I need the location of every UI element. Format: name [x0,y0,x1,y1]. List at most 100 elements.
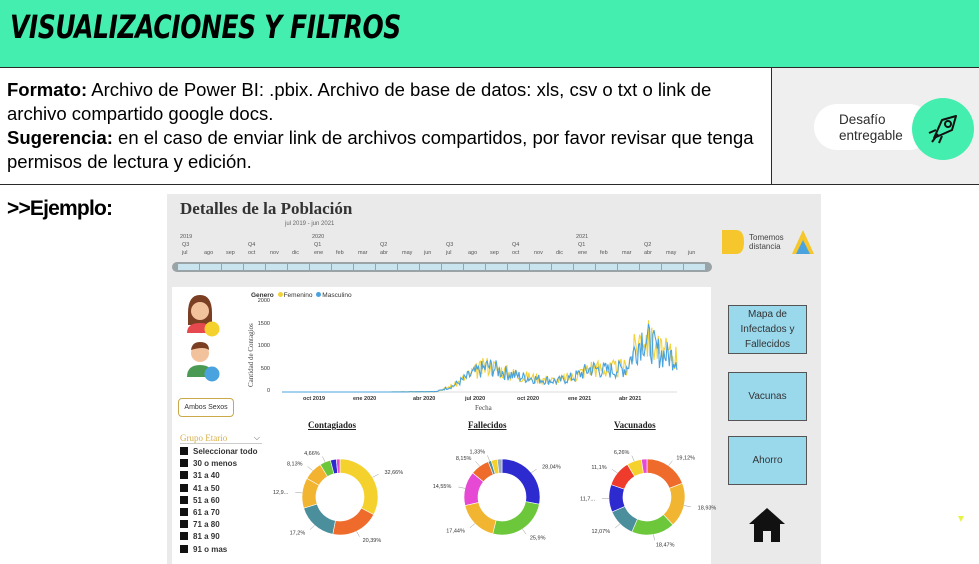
line-x-tick: ene 2020 [353,396,377,402]
timeline-cell[interactable] [310,264,332,270]
male-avatar-icon[interactable] [182,339,222,388]
timeline-month[interactable]: nov [270,250,279,256]
timeline-month[interactable]: jul [446,250,452,256]
ahorro-button[interactable]: Ahorro [728,436,807,485]
timeline-cell[interactable] [574,264,596,270]
timeline-month[interactable]: oct [512,250,519,256]
line-x-tick: oct 2019 [303,396,326,402]
age-option[interactable]: 31 a 40 [180,470,257,482]
age-option[interactable]: 51 a 60 [180,495,257,507]
timeline-year: 2021 [576,234,589,240]
donut-slice [332,507,375,536]
line-x-tick: jul 2020 [465,396,486,402]
fallecidos-title: Fallecidos [468,420,507,430]
timeline-month[interactable]: jun [424,250,431,256]
age-option[interactable]: 81 a 90 [180,531,257,543]
timeline-month[interactable]: feb [336,250,344,256]
timeline-cell[interactable] [354,264,376,270]
donut-data-label: 1,33% [470,450,486,456]
timeline-cell[interactable] [508,264,530,270]
timeline-month[interactable]: nov [534,250,543,256]
timeline-cell[interactable] [618,264,640,270]
report-panel: Ambos Sexos Grupo Etario ⌵ Seleccionar t… [172,287,716,564]
timeline-cell[interactable] [464,264,486,270]
timeline-month[interactable]: dic [556,250,563,256]
donut-leader-line [469,523,476,528]
vacunas-button[interactable]: Vacunas [728,372,807,421]
donut-leader-line [522,528,527,535]
vacunados-donut: 19,12% 18,93% 18,47% 12,07% 11,7... 11,1% 6,26… [580,450,716,548]
timeline-month[interactable]: ene [578,250,587,256]
timeline-month[interactable]: ene [314,250,323,256]
donut-slice [303,503,336,535]
page-title: VISUALIZACIONES Y FILTROS [10,8,401,46]
instructions-text: Formato: Archivo de Power BI: .pbix. Arc… [7,78,767,174]
timeline-month[interactable]: sep [490,250,499,256]
timeline-month[interactable]: abr [644,250,652,256]
timeline-cell[interactable] [596,264,618,270]
timeline-month[interactable]: oct [248,250,255,256]
line-x-tick: abr 2021 [619,396,642,402]
timeline-month[interactable]: sep [226,250,235,256]
timeline-cell[interactable] [420,264,442,270]
timeline-month[interactable]: ago [204,250,213,256]
timeline-cell[interactable] [552,264,574,270]
age-option[interactable]: 41 a 50 [180,483,257,495]
timeline-month[interactable]: may [666,250,676,256]
age-option[interactable]: 61 a 70 [180,507,257,519]
timeline-month[interactable]: jun [688,250,695,256]
timeline-quarter: Q2 [380,242,388,248]
donut-data-label: 17,2% [290,531,306,537]
timeline-month[interactable]: may [402,250,412,256]
timeline-cell[interactable] [266,264,288,270]
dashboard-title: Detalles de la Población [180,199,353,218]
donut-leader-line [653,534,655,541]
legend-masculino: Masculino [322,292,352,299]
timeline-cell[interactable] [376,264,398,270]
timeline-cell[interactable] [288,264,310,270]
timeline-cell[interactable] [200,264,222,270]
timeline-slicer[interactable]: jul ago sep oct nov dic ene feb mar abr may jun jul a… [172,234,712,276]
donut-leader-line [356,531,360,537]
timeline-month[interactable]: dic [292,250,299,256]
timeline-cell[interactable] [530,264,552,270]
timeline-cell[interactable] [178,264,200,270]
timeline-month[interactable]: feb [600,250,608,256]
donut-leader-line [458,486,466,489]
timeline-cell[interactable] [244,264,266,270]
line-y-tick: 1500 [257,320,270,327]
timeline-cell[interactable] [442,264,464,270]
ambos-sexos-button[interactable]: Ambos Sexos [178,398,234,417]
donut-leader-line [531,468,537,474]
timeline-cell[interactable] [684,264,706,270]
timeline-month[interactable]: ago [468,250,477,256]
age-option-select-all[interactable]: Seleccionar todo [180,446,257,458]
timeline-cell[interactable] [662,264,684,270]
contagios-line-chart [282,320,678,393]
age-option[interactable]: 71 a 80 [180,519,257,531]
home-icon[interactable] [748,507,786,548]
timeline-month[interactable]: mar [358,250,367,256]
timeline-cell[interactable] [222,264,244,270]
timeline-cells[interactable] [178,264,706,270]
timeline-month[interactable]: abr [380,250,388,256]
timeline-cell[interactable] [398,264,420,270]
grupo-etario-dropdown[interactable]: Grupo Etario ⌵ [180,433,262,444]
timeline-cell[interactable] [486,264,508,270]
female-avatar-icon[interactable] [182,293,222,342]
donut-leader-line [372,473,379,478]
timeline-cell[interactable] [640,264,662,270]
timeline-quarter: Q2 [644,242,652,248]
age-filter-list[interactable]: Seleccionar todo 30 o menos 31 a 40 41 a 50… [180,446,257,556]
formato-label: Formato: [7,79,88,100]
timeline-quarter: Q4 [248,242,256,248]
timeline-cell[interactable] [332,264,354,270]
timeline-month[interactable]: jul [182,250,188,256]
line-x-tick: abr 2020 [413,396,436,402]
badge-text: Desafío entregable [839,112,903,144]
timeline-month[interactable]: mar [622,250,631,256]
mapa-button[interactable]: Mapa de Infectados y Fallecidos [728,305,807,354]
donut-slice [501,458,541,505]
age-option[interactable]: 91 o mas [180,544,257,556]
age-option[interactable]: 30 o menos [180,458,257,470]
